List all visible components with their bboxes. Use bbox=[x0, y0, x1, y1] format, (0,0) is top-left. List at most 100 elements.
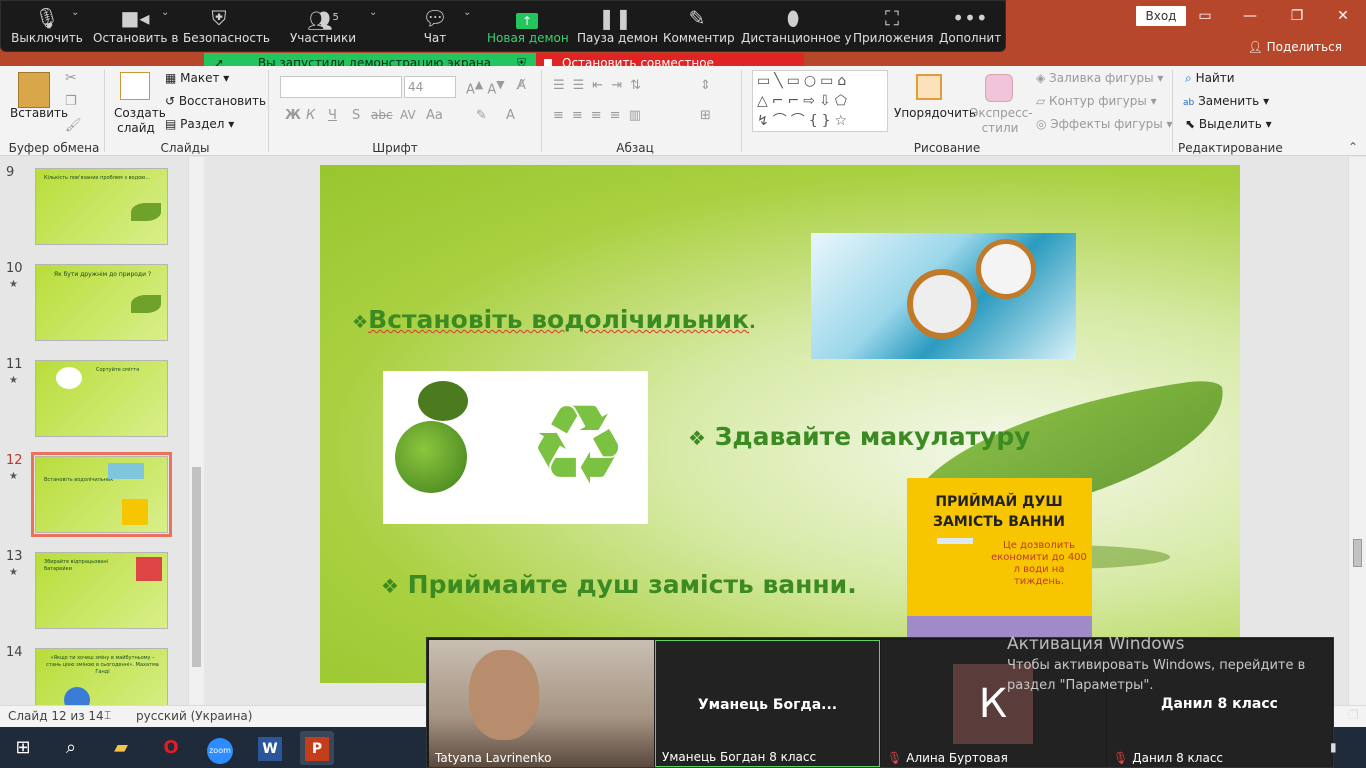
slide-thumbnail[interactable]: Кількість пов'язаних проблем з водою... bbox=[35, 168, 168, 245]
strikethrough-button[interactable]: abc bbox=[371, 108, 393, 122]
video-tile[interactable]: Tatyana Lavrinenko bbox=[429, 640, 654, 767]
thumbnail-scrollbar[interactable] bbox=[188, 157, 204, 705]
windows-start-icon[interactable]: ⊞ bbox=[6, 731, 40, 765]
video-tile-active[interactable]: Уманець Богда... Уманець Богдан 8 класс bbox=[655, 640, 880, 767]
separator bbox=[741, 70, 742, 152]
shape-outline-button[interactable]: ▱ Контур фигуры ▾ bbox=[1036, 94, 1157, 108]
italic-button[interactable]: К bbox=[306, 108, 315, 123]
annotate-button[interactable]: ✎ Комментир bbox=[663, 5, 735, 51]
slide-thumbnail[interactable]: Сортуйте сміття bbox=[35, 360, 168, 437]
quick-styles-button[interactable]: Экспресс-стили bbox=[970, 106, 1033, 136]
format-painter-icon[interactable]: 🖌︎ bbox=[65, 118, 82, 133]
font-size-field[interactable]: 44 bbox=[404, 76, 456, 98]
slide-number: 9 bbox=[6, 165, 15, 180]
remote-control-button[interactable]: ⬮ Дистанционное у bbox=[741, 5, 852, 51]
shield-icon: ⛨ bbox=[211, 6, 227, 30]
word-icon[interactable]: W bbox=[253, 731, 287, 765]
participants-button[interactable]: 👥︎5 Участники bbox=[289, 5, 357, 51]
scrollbar-thumb[interactable] bbox=[1353, 539, 1362, 567]
replace-button[interactable]: ab Заменить ▾ bbox=[1183, 94, 1269, 108]
arrange-button[interactable]: Упорядочить bbox=[894, 106, 976, 120]
clipboard-group-label: Буфер обмена bbox=[8, 141, 100, 155]
share-button[interactable]: 👤︎ Поделиться bbox=[1248, 40, 1342, 54]
globe-icon bbox=[395, 421, 467, 493]
grow-font-icon[interactable]: A▲ A▼ bbox=[466, 78, 505, 97]
login-button[interactable]: Вход bbox=[1136, 6, 1186, 26]
zoom-app-icon[interactable]: zoom bbox=[203, 731, 237, 765]
font-family-field[interactable] bbox=[280, 76, 402, 98]
more-button[interactable]: ••• Дополнит bbox=[939, 5, 1001, 51]
reset-button[interactable]: ↺ Восстановить bbox=[165, 94, 266, 108]
shapes-gallery[interactable]: ▭╲▭○▭⌂ △⌐⌐⇨⇩⬠ ↯⌒⌒{}☆ bbox=[752, 70, 888, 132]
shape-fill-button[interactable]: ◈ Заливка фигуры ▾ bbox=[1036, 71, 1163, 85]
slide-number: 12 bbox=[6, 453, 23, 468]
slide-bullet-2: ❖ Здавайте макулатуру bbox=[688, 422, 1031, 451]
earth-recycle-image[interactable]: ♻ bbox=[383, 371, 648, 524]
water-image bbox=[108, 463, 144, 479]
restore-window-icon[interactable]: ❐ bbox=[1348, 708, 1359, 722]
slide-thumbnail[interactable]: Як бути дружнім до природи ? bbox=[35, 264, 168, 341]
chat-button[interactable]: 💬︎ Чат bbox=[411, 5, 459, 51]
opera-icon[interactable]: O bbox=[154, 731, 188, 765]
paragraph-group-label: Абзац bbox=[616, 141, 654, 155]
star-icon: ★ bbox=[9, 375, 18, 386]
find-button[interactable]: ⌕ Найти bbox=[1185, 71, 1235, 86]
font-color-icon[interactable]: A bbox=[506, 108, 515, 123]
paste-button[interactable]: Вставить bbox=[10, 106, 68, 120]
restore-icon[interactable]: ❐ bbox=[1282, 6, 1312, 26]
powerpoint-icon[interactable]: P bbox=[300, 731, 334, 765]
highlight-icon[interactable]: ✎ bbox=[476, 108, 487, 123]
search-icon[interactable]: ⌕ bbox=[54, 731, 88, 765]
drawing-group-label: Рисование bbox=[913, 141, 981, 155]
underline-button[interactable]: Ч bbox=[328, 108, 337, 123]
minimize-icon[interactable]: — bbox=[1235, 6, 1265, 26]
collapse-ribbon-icon[interactable]: ⌃ bbox=[1348, 140, 1358, 154]
cursor-icon: ⬉ bbox=[1185, 117, 1196, 131]
apps-icon: ⛶ bbox=[885, 6, 899, 30]
apps-button[interactable]: ⛶ Приложения bbox=[853, 5, 934, 51]
new-share-button[interactable]: ↑ Новая демон bbox=[487, 5, 569, 51]
list-icons[interactable]: ☰☰⇤⇥⇅ bbox=[553, 78, 649, 93]
shape-effects-button[interactable]: ◎ Эффекты фигуры ▾ bbox=[1036, 117, 1173, 131]
participant-video bbox=[469, 650, 539, 740]
chevron-down-icon[interactable]: ⌄ bbox=[161, 7, 169, 18]
spellcheck-icon[interactable]: ⌶ bbox=[104, 708, 111, 723]
thumbnail-pane: 9 Кількість пов'язаних проблем з водою..… bbox=[0, 157, 206, 725]
language-indicator[interactable]: русский (Украина) bbox=[136, 709, 252, 723]
scrollbar-thumb[interactable] bbox=[192, 467, 201, 667]
slide-thumbnail-selected[interactable]: Встановіть водолічильник bbox=[31, 452, 172, 537]
star-icon: ★ bbox=[9, 567, 18, 578]
chevron-down-icon[interactable]: ⌄ bbox=[463, 7, 471, 18]
leaf-image bbox=[131, 295, 161, 313]
chevron-down-icon[interactable]: ⌄ bbox=[71, 7, 79, 18]
text-direction-icon[interactable]: ⇕ bbox=[700, 78, 711, 93]
close-strip-icon[interactable]: ▮ bbox=[1330, 740, 1337, 754]
ribbon-display-icon[interactable]: ▭ bbox=[1190, 6, 1220, 26]
slide-thumbnail[interactable]: Збирайте відпрацьовані батарейки bbox=[35, 552, 168, 629]
shower-poster-image[interactable]: ПРИЙМАЙ ДУШ ЗАМІСТЬ ВАННИ Це дозволить е… bbox=[907, 478, 1092, 638]
clear-format-icon[interactable]: A̸ bbox=[517, 78, 526, 93]
close-icon[interactable]: ✕ bbox=[1328, 6, 1358, 26]
security-button[interactable]: ⛨ Безопасность bbox=[183, 5, 270, 51]
leaf-image bbox=[131, 203, 161, 221]
chevron-down-icon[interactable]: ⌄ bbox=[369, 7, 377, 18]
pause-share-button[interactable]: ❚❚ Пауза демон bbox=[577, 5, 658, 51]
new-slide-button[interactable]: Создать слайд bbox=[114, 106, 166, 136]
select-button[interactable]: ⬉ Выделить ▾ bbox=[1185, 117, 1272, 131]
bold-button[interactable]: Ж bbox=[285, 108, 301, 123]
tree-icon bbox=[418, 381, 468, 421]
change-case-button[interactable]: Aa bbox=[426, 108, 443, 123]
smartart-icon[interactable]: ⊞ bbox=[700, 108, 711, 123]
copy-icon[interactable]: ❐ bbox=[65, 94, 77, 109]
layout-button[interactable]: ▦ Макет ▾ bbox=[165, 71, 229, 85]
muted-mic-icon: 🎙︎ bbox=[1113, 751, 1129, 765]
char-spacing-button[interactable]: AV bbox=[400, 108, 416, 122]
align-icons[interactable]: ≡≡≡≡▥ bbox=[553, 108, 649, 123]
water-meter-image[interactable] bbox=[811, 233, 1076, 359]
cut-icon[interactable]: ✂ bbox=[65, 70, 77, 86]
section-button[interactable]: ▤ Раздел ▾ bbox=[165, 117, 234, 131]
slide-scrollbar[interactable] bbox=[1348, 157, 1366, 705]
file-explorer-icon[interactable]: ▰ bbox=[104, 731, 138, 765]
shadow-button[interactable]: S bbox=[352, 108, 360, 123]
heart-image bbox=[136, 557, 162, 581]
